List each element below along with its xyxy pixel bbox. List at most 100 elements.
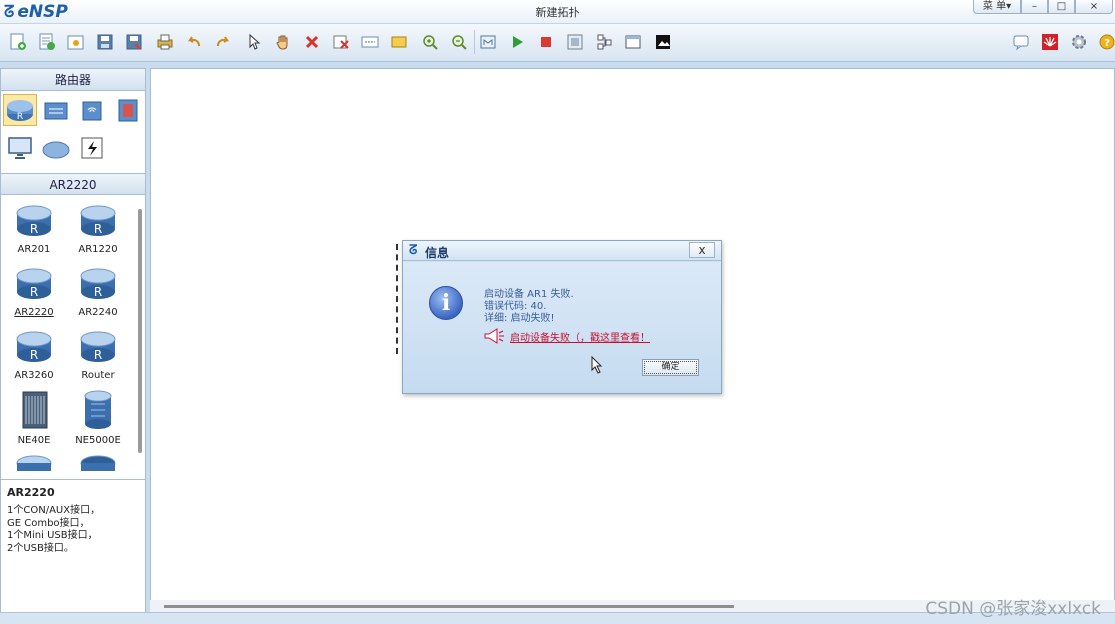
print-icon[interactable] — [155, 32, 175, 52]
pc-category-icon[interactable] — [3, 132, 37, 164]
svg-text:R: R — [17, 112, 23, 122]
toolbar: ? — [0, 24, 1115, 62]
pan-hand-icon[interactable] — [273, 32, 293, 52]
huawei-logo-icon[interactable] — [1040, 32, 1060, 52]
zoom-in-icon[interactable] — [420, 32, 440, 52]
save-as-icon[interactable] — [124, 32, 144, 52]
close-button[interactable]: × — [1075, 0, 1113, 14]
router-icon: R — [80, 331, 116, 362]
device-label: AR1220 — [78, 244, 118, 255]
window-title: 新建拓扑 — [535, 6, 580, 19]
megaphone-icon — [484, 328, 504, 344]
device-ne5000e[interactable]: NE5000E — [65, 390, 131, 446]
select-icon[interactable] — [244, 32, 264, 52]
router-icon: R — [16, 331, 52, 362]
new-topology-icon[interactable] — [8, 32, 28, 52]
device-description: AR2220 1个CON/AUX接口， GE Combo接口， 1个Mini U… — [1, 479, 145, 613]
device-label: Router — [81, 370, 115, 381]
redo-icon[interactable] — [213, 32, 233, 52]
maximize-button[interactable]: □ — [1048, 0, 1075, 14]
switch-category-icon[interactable] — [39, 94, 73, 126]
canvas-hscrollbar[interactable] — [164, 605, 734, 608]
screenshot-icon[interactable] — [653, 32, 673, 52]
router-icon: R — [16, 205, 52, 236]
router-icon — [80, 455, 116, 471]
device-more-2[interactable] — [65, 453, 131, 471]
palette-icon[interactable] — [623, 32, 643, 52]
device-category-row-1: R — [1, 91, 145, 126]
minimize-button[interactable]: – — [1021, 0, 1048, 14]
open-icon[interactable] — [66, 32, 86, 52]
rectangle-icon[interactable] — [389, 32, 409, 52]
error-detail-line: 详细: 启动失败! — [484, 313, 555, 324]
text-icon[interactable] — [360, 32, 380, 52]
device-ar3260[interactable]: R AR3260 — [1, 329, 67, 381]
description-title: AR2220 — [7, 486, 55, 499]
router-icon — [16, 455, 52, 471]
svg-text:R: R — [30, 348, 38, 362]
device-category-row-2 — [1, 129, 145, 163]
device-ar201[interactable]: R AR201 — [1, 203, 67, 255]
device-list: R AR201 R AR1220 R AR2220 R AR2240 R AR3… — [1, 203, 137, 471]
description-line: 2个USB接口。 — [7, 542, 74, 554]
model-section-header: AR2220 — [1, 173, 145, 195]
toolbar-separator — [474, 30, 475, 54]
device-ar2240[interactable]: R AR2240 — [65, 266, 131, 318]
router-icon: R — [80, 205, 116, 236]
settings-icon[interactable] — [1069, 32, 1089, 52]
device-ne40e[interactable]: NE40E — [1, 390, 67, 446]
delete-icon[interactable] — [302, 32, 322, 52]
device-label: AR201 — [17, 244, 51, 255]
router-icon: R — [80, 268, 116, 299]
device-label: AR2220 — [14, 307, 54, 318]
chassis-router-icon — [22, 391, 48, 429]
device-ar2220[interactable]: R AR2220 — [1, 266, 67, 318]
info-dialog: ᘔ 信息 x i 启动设备 AR1 失败. 错误代码: 40. 详细: 启动失败… — [402, 240, 722, 394]
save-icon[interactable] — [95, 32, 115, 52]
cloud-category-icon[interactable] — [39, 132, 73, 164]
zoom-out-icon[interactable] — [449, 32, 469, 52]
router-icon: R — [16, 268, 52, 299]
ok-button[interactable]: 确定 — [642, 359, 699, 376]
router-category-icon[interactable]: R — [3, 94, 37, 126]
device-ar1220[interactable]: R AR1220 — [65, 203, 131, 255]
device-router[interactable]: R Router — [65, 329, 131, 381]
start-device-icon[interactable] — [507, 32, 527, 52]
svg-text:R: R — [30, 285, 38, 299]
info-icon: i — [429, 286, 463, 320]
chat-icon[interactable] — [1011, 32, 1031, 52]
menu-button[interactable]: 菜 单▾ — [973, 0, 1021, 14]
capture-icon[interactable] — [565, 32, 585, 52]
router-section-header: 路由器 — [1, 69, 145, 91]
delete-link-icon[interactable] — [331, 32, 351, 52]
device-label: NE5000E — [75, 435, 121, 446]
description-line: 1个CON/AUX接口， — [7, 505, 101, 516]
description-line: GE Combo接口， — [7, 517, 90, 529]
dialog-title: 信息 — [425, 246, 450, 260]
watermark: CSDN @张家浚xxlxck — [925, 599, 1101, 619]
svg-text:R: R — [30, 222, 38, 236]
dialog-title-bar: ᘔ 信息 x — [403, 241, 721, 261]
custom-view-icon[interactable] — [478, 32, 498, 52]
failure-help-link[interactable]: 启动设备失败（，戳这里查看！ — [510, 329, 650, 344]
undo-icon[interactable] — [184, 32, 204, 52]
firewall-category-icon[interactable] — [111, 94, 145, 126]
device-list-scrollbar[interactable] — [138, 209, 142, 453]
device-panel: 路由器 R AR2220 R AR201 R AR1220 R AR2220 R… — [0, 68, 146, 613]
dialog-body: i 启动设备 AR1 失败. 错误代码: 40. 详细: 启动失败! 启动设备失… — [403, 262, 721, 393]
wireless-category-icon[interactable] — [75, 94, 109, 126]
title-bar: ᘔ eNSP 新建拓扑 菜 单▾ – □ × — [0, 0, 1115, 24]
help-icon[interactable]: ? — [1097, 32, 1115, 52]
device-label: NE40E — [17, 435, 51, 446]
mouse-cursor-icon — [591, 356, 603, 374]
svg-text:R: R — [94, 348, 102, 362]
new-exam-icon[interactable] — [37, 32, 57, 52]
description-line: 1个Mini USB接口， — [7, 530, 98, 541]
stop-device-icon[interactable] — [536, 32, 556, 52]
window-controls: 菜 单▾ – □ × — [973, 0, 1113, 14]
link-category-icon[interactable] — [75, 132, 109, 164]
topology-icon[interactable] — [594, 32, 614, 52]
device-more-1[interactable] — [1, 453, 67, 471]
dialog-close-button[interactable]: x — [689, 242, 715, 258]
svg-text:R: R — [94, 222, 102, 236]
